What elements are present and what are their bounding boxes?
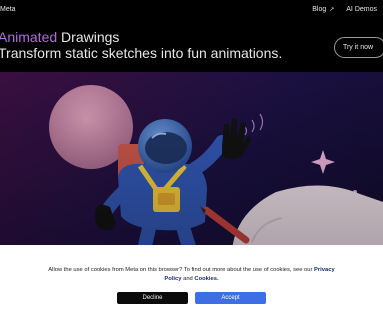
nav-ai-demos-label: AI Demos [346,6,377,13]
accept-button[interactable]: Accept [195,292,266,304]
nav-blog-label: Blog [312,6,327,13]
top-bar: Meta Blog ↗ AI Demos [0,0,383,22]
try-it-now-button[interactable]: Try it now [334,37,383,58]
nav-item-ai-demos[interactable]: AI Demos [346,6,377,13]
meta-logo[interactable]: Meta [0,6,16,13]
hero-title-rest: Drawings [61,29,120,45]
cookie-text-before: Allow the use of cookies from Meta on th… [48,267,313,273]
hero-title-accent: Animated [0,29,58,45]
nav-item-blog[interactable]: Blog ↗ [312,6,334,13]
hero-illustration [0,72,383,250]
try-it-now-label: Try it now [342,44,374,51]
cookies-link[interactable]: Cookies. [194,276,218,282]
cookie-consent-banner: Allow the use of cookies from Meta on th… [0,245,383,328]
hero-title: Animated Drawings [0,29,119,45]
decline-label: Decline [142,295,163,301]
brand-name: Meta [0,6,16,13]
external-link-icon: ↗ [329,7,335,13]
decline-button[interactable]: Decline [117,292,188,304]
hero-subtitle: Transform static sketches into fun anima… [0,45,283,61]
accept-label: Accept [221,295,240,301]
top-nav: Blog ↗ AI Demos [312,6,377,13]
cookie-consent-text: Allow the use of cookies from Meta on th… [40,266,343,284]
astronaut-illustration [0,72,383,250]
cookie-text-and: and [183,276,193,282]
